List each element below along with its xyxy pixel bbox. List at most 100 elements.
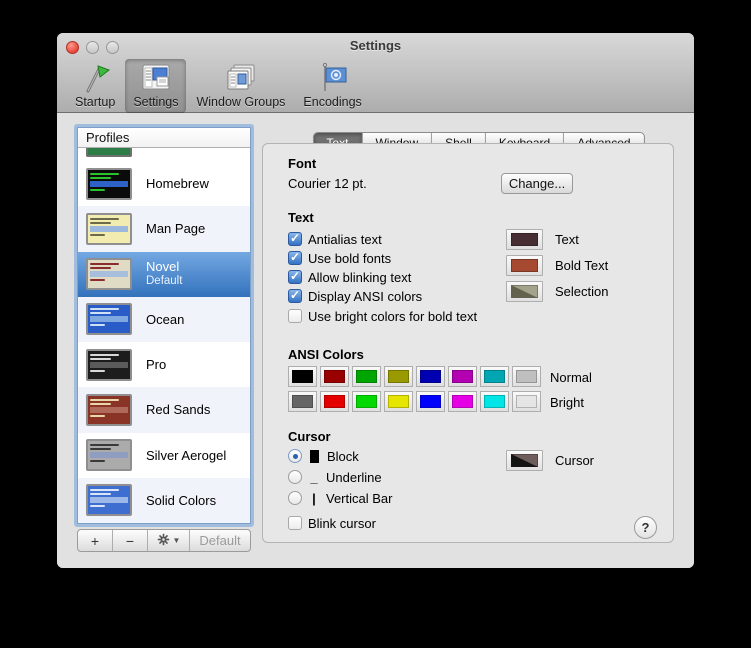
radio-label: Vertical Bar	[326, 490, 393, 506]
checkbox-blink-cursor[interactable]: Blink cursor	[288, 514, 376, 532]
chevron-down-icon: ▼	[172, 536, 181, 545]
ansi-bright-row	[288, 391, 541, 412]
checkbox	[288, 516, 302, 530]
toolbar-label: Settings	[133, 95, 179, 109]
bold-text-color-row: Bold Text	[506, 255, 608, 276]
add-profile-button[interactable]: +	[78, 530, 113, 551]
toolbar-item-settings[interactable]: Settings	[125, 59, 187, 113]
checkbox: ✓	[288, 288, 302, 303]
toolbar-item-encodings[interactable]: Encodings	[295, 59, 369, 113]
cursor-color-well[interactable]	[506, 450, 543, 471]
profile-default-badge: Default	[146, 275, 183, 288]
profile-thumbnail	[86, 258, 132, 291]
block-cursor-glyph	[310, 449, 319, 463]
checkbox-antialias-text[interactable]: ✓ Antialias text	[288, 230, 382, 248]
bold-text-color-well[interactable]	[506, 255, 543, 276]
profile-row-red-sands[interactable]: Red Sands	[78, 387, 250, 433]
radio-cursor-underline[interactable]: _ Underline	[288, 468, 382, 486]
startup-flag-icon	[80, 62, 111, 94]
selection-color-well[interactable]	[506, 281, 543, 302]
ansi-normal-yellow-well[interactable]	[384, 366, 413, 387]
change-font-button[interactable]: Change...	[501, 173, 573, 194]
ansi-bright-yellow-well[interactable]	[384, 391, 413, 412]
toolbar-item-window-groups[interactable]: Window Groups	[188, 59, 293, 113]
ansi-normal-white-well[interactable]	[512, 366, 541, 387]
profile-row-ocean[interactable]: Ocean	[78, 296, 250, 342]
radio-cursor-block[interactable]: Block	[288, 447, 359, 465]
checkbox	[288, 309, 302, 323]
radio-button	[288, 449, 302, 463]
ansi-bright-magenta-well[interactable]	[448, 391, 477, 412]
well-label: Text	[555, 232, 579, 247]
text-color-well[interactable]	[506, 229, 543, 250]
ansi-normal-row	[288, 366, 541, 387]
checkbox-label: Display ANSI colors	[308, 288, 423, 304]
profile-name: Pro	[146, 357, 167, 373]
window-title: Settings	[349, 38, 402, 53]
default-button[interactable]: Default	[190, 530, 250, 551]
gear-icon	[157, 533, 170, 549]
checkbox-label: Antialias text	[308, 231, 382, 247]
profile-row-solid-colors[interactable]: Solid Colors	[78, 477, 250, 523]
profile-thumbnail	[86, 148, 132, 157]
cursor-heading: Cursor	[288, 429, 331, 444]
well-label: Selection	[555, 284, 609, 299]
ansi-bright-black-well[interactable]	[288, 391, 317, 412]
checkbox-bright-colors-bold[interactable]: Use bright colors for bold text	[288, 307, 477, 325]
checkbox: ✓	[288, 231, 302, 246]
profile-name: Red Sands	[146, 402, 211, 418]
text-color-row: Text	[506, 229, 579, 250]
profile-thumbnail	[86, 167, 132, 200]
text-settings-panel: Font Courier 12 pt. Change... Text ✓ Ant…	[262, 143, 674, 543]
profile-row-novel[interactable]: Novel Default	[78, 251, 250, 297]
profile-row-man-page[interactable]: Man Page	[78, 206, 250, 252]
well-label: Bold Text	[555, 258, 609, 273]
selection-color-row: Selection	[506, 281, 608, 302]
help-button[interactable]: ?	[634, 516, 657, 539]
profile-row-silver-aerogel[interactable]: Silver Aerogel	[78, 433, 250, 478]
content-area: Profiles Homebrew Man Page Novel Default…	[57, 114, 694, 568]
ansi-normal-red-well[interactable]	[320, 366, 349, 387]
profile-name: Silver Aerogel	[146, 447, 227, 463]
profile-row-pro[interactable]: Pro	[78, 342, 250, 387]
settings-window: Settings Startup Settings Window Groups …	[57, 33, 694, 568]
profile-thumbnail	[86, 393, 132, 426]
ansi-normal-label: Normal	[550, 370, 592, 385]
ansi-normal-black-well[interactable]	[288, 366, 317, 387]
toolbar-item-startup[interactable]: Startup	[67, 59, 123, 113]
checkbox-use-bold-fonts[interactable]: ✓ Use bold fonts	[288, 249, 391, 267]
ansi-bright-white-well[interactable]	[512, 391, 541, 412]
profile-name: Man Page	[146, 221, 206, 237]
profiles-list: Profiles Homebrew Man Page Novel Default…	[77, 127, 251, 524]
well-label: Cursor	[555, 453, 595, 468]
font-value: Courier 12 pt.	[288, 176, 367, 191]
profile-thumbnail	[86, 303, 132, 336]
profile-row-partial[interactable]	[78, 148, 250, 161]
profile-name: Solid Colors	[146, 492, 217, 508]
ansi-bright-red-well[interactable]	[320, 391, 349, 412]
ansi-normal-green-well[interactable]	[352, 366, 381, 387]
profile-row-homebrew[interactable]: Homebrew	[78, 161, 250, 206]
gear-menu-button[interactable]: ▼	[148, 530, 190, 551]
ansi-colors-heading: ANSI Colors	[288, 347, 364, 362]
profile-thumbnail	[86, 212, 132, 245]
profile-thumbnail	[86, 484, 132, 517]
checkbox-allow-blinking-text[interactable]: ✓ Allow blinking text	[288, 268, 411, 286]
ansi-bright-blue-well[interactable]	[416, 391, 445, 412]
cursor-color-row: Cursor	[506, 450, 594, 471]
ansi-bright-green-well[interactable]	[352, 391, 381, 412]
remove-profile-button[interactable]: −	[113, 530, 148, 551]
toolbar-label: Window Groups	[196, 95, 286, 109]
ansi-normal-blue-well[interactable]	[416, 366, 445, 387]
profile-name: Homebrew	[146, 176, 209, 192]
checkbox-display-ansi-colors[interactable]: ✓ Display ANSI colors	[288, 287, 422, 305]
text-heading: Text	[288, 210, 314, 225]
radio-button	[288, 470, 302, 484]
radio-cursor-vertical-bar[interactable]: | Vertical Bar	[288, 489, 392, 507]
checkbox-label: Use bold fonts	[308, 250, 392, 266]
profile-actions-bar: + − ▼ Default	[77, 529, 251, 552]
ansi-bright-cyan-well[interactable]	[480, 391, 509, 412]
encodings-flag-icon	[318, 62, 348, 94]
ansi-normal-cyan-well[interactable]	[480, 366, 509, 387]
ansi-normal-magenta-well[interactable]	[448, 366, 477, 387]
